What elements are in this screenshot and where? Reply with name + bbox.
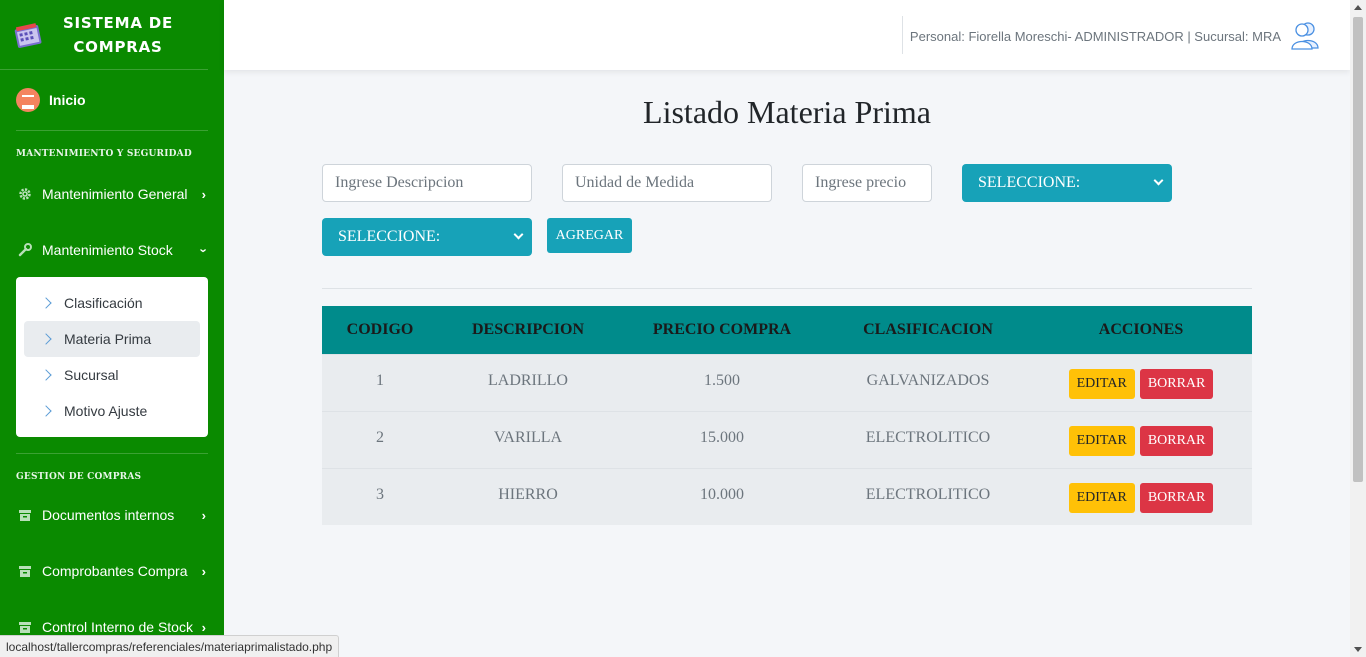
brand[interactable]: SISTEMA DE COMPRAS: [0, 0, 208, 70]
table-row: 2 VARILLA 15.000 ELECTROLITICO EDITAR BO…: [322, 411, 1252, 468]
chevron-right-icon: ›: [201, 186, 206, 202]
select-value: SELECCIONE:: [338, 228, 441, 245]
status-url: localhost/tallercompras/referenciales/ma…: [0, 635, 340, 657]
sidebar-item-label: Inicio: [49, 92, 86, 108]
column-header: CODIGO: [346, 320, 414, 338]
sidebar-section-mantenimiento: MANTENIMIENTO Y SEGURIDAD: [16, 149, 192, 159]
calendar-logo-icon: [14, 22, 42, 48]
archive-icon: [19, 566, 31, 577]
delete-button[interactable]: BORRAR: [1139, 425, 1214, 456]
sidebar-item-documentos-internos[interactable]: Documentos internos ›: [0, 500, 224, 530]
chevron-right-icon: [40, 297, 52, 309]
cell-precio: 15.000: [700, 428, 744, 446]
user-info: Personal: Fiorella Moreschi- ADMINISTRAD…: [909, 29, 1281, 44]
cell-acciones: EDITAR BORRAR: [1030, 411, 1252, 468]
brand-title: SISTEMA DE COMPRAS: [62, 13, 174, 56]
chevron-right-icon: [40, 333, 52, 345]
sidebar-item-label: Control Interno de Stock: [42, 619, 193, 635]
page-title: Listado Materia Prima: [643, 94, 931, 130]
cell-clasificacion: ELECTROLITICO: [865, 428, 991, 446]
sidebar-item-label: Comprobantes Compra: [42, 563, 188, 579]
materia-prima-table: CODIGO DESCRIPCION PRECIO COMPRA CLASIFI…: [322, 306, 1252, 525]
column-header: PRECIO COMPRA: [652, 320, 792, 338]
topbar-divider: [902, 16, 903, 54]
cell-clasificacion: GALVANIZADOS: [866, 371, 990, 389]
cell-precio: 10.000: [700, 485, 744, 503]
cell-codigo: 1: [376, 371, 384, 389]
unidad-medida-input[interactable]: Unidad de Medida: [562, 164, 772, 202]
chevron-down-icon: [1153, 175, 1164, 186]
submenu-item-label: Clasificación: [64, 295, 143, 311]
select-value: SELECCIONE:: [978, 174, 1081, 191]
sidebar-item-label: Mantenimiento General: [42, 186, 188, 202]
sidebar-section-gestion: GESTION DE COMPRAS: [16, 472, 142, 482]
table-row: 3 HIERRO 10.000 ELECTROLITICO EDITAR BOR…: [322, 468, 1252, 525]
descripcion-input[interactable]: Ingrese Descripcion: [322, 164, 532, 202]
chevron-right-icon: ›: [201, 507, 206, 523]
column-header: DESCRIPCION: [471, 320, 584, 338]
delete-button[interactable]: BORRAR: [1139, 368, 1214, 399]
submenu-item-label: Sucursal: [64, 367, 119, 383]
table-row: 1 LADRILLO 1.500 GALVANIZADOS EDITAR BOR…: [322, 354, 1252, 411]
chevron-right-icon: ›: [201, 619, 206, 635]
submenu-item-clasificacion[interactable]: Clasificación: [24, 285, 200, 321]
submenu-mantenimiento-stock: Clasificación Materia Prima Sucursal Mot…: [16, 277, 208, 437]
select-unidad[interactable]: SELECCIONE:: [962, 164, 1172, 202]
submenu-item-motivo-ajuste[interactable]: Motivo Ajuste: [24, 393, 200, 429]
divider: [322, 288, 1252, 289]
chevron-right-icon: ›: [201, 563, 206, 579]
chevron-right-icon: [40, 405, 52, 417]
chevron-down-icon: [513, 229, 524, 240]
home-icon: [16, 88, 40, 112]
column-header: CLASIFICACION: [863, 320, 993, 338]
submenu-item-label: Motivo Ajuste: [64, 403, 148, 419]
cell-codigo: 2: [376, 428, 384, 446]
cell-acciones: EDITAR BORRAR: [1030, 468, 1252, 525]
cell-precio: 1.500: [704, 371, 740, 389]
submenu-item-sucursal[interactable]: Sucursal: [24, 357, 200, 393]
cell-clasificacion: ELECTROLITICO: [865, 485, 991, 503]
scroll-down-arrow-icon[interactable]: [1354, 647, 1362, 652]
user-avatar-icon[interactable]: [1290, 20, 1320, 50]
wrench-icon: [18, 243, 32, 257]
submenu-item-materia-prima[interactable]: Materia Prima: [24, 321, 200, 357]
edit-button[interactable]: EDITAR: [1068, 482, 1135, 513]
vertical-scrollbar[interactable]: [1350, 0, 1366, 657]
archive-icon: [19, 510, 31, 521]
column-header: ACCIONES: [1098, 320, 1184, 338]
edit-button[interactable]: EDITAR: [1068, 368, 1135, 399]
cell-descripcion: LADRILLO: [488, 371, 568, 389]
add-button[interactable]: AGREGAR: [547, 218, 632, 253]
cell-codigo: 3: [376, 485, 384, 503]
cell-acciones: EDITAR BORRAR: [1030, 354, 1252, 411]
sidebar-item-label: Mantenimiento Stock: [42, 242, 173, 258]
sidebar-item-label: Documentos internos: [42, 507, 175, 523]
cell-descripcion: HIERRO: [498, 485, 558, 503]
sidebar-item-inicio[interactable]: Inicio: [0, 70, 224, 130]
edit-button[interactable]: EDITAR: [1068, 425, 1135, 456]
gear-icon: [19, 188, 31, 200]
scroll-up-arrow-icon[interactable]: [1354, 5, 1362, 10]
delete-button[interactable]: BORRAR: [1139, 482, 1214, 513]
table-header-row: CODIGO DESCRIPCION PRECIO COMPRA CLASIFI…: [322, 306, 1252, 354]
submenu-item-label: Materia Prima: [64, 331, 152, 347]
cell-descripcion: VARILLA: [493, 428, 563, 446]
sidebar-item-comprobantes-compra[interactable]: Comprobantes Compra ›: [0, 556, 224, 586]
precio-input[interactable]: Ingrese precio: [802, 164, 932, 202]
chevron-down-icon: ›: [196, 247, 212, 253]
sidebar: SISTEMA DE COMPRAS Inicio MANTENIMIENTO …: [0, 0, 224, 657]
select-clasificacion[interactable]: SELECCIONE:: [322, 218, 532, 256]
sidebar-item-mantenimiento-stock[interactable]: Mantenimiento Stock ›: [0, 233, 224, 267]
scroll-thumb[interactable]: [1353, 17, 1363, 482]
sidebar-item-mantenimiento-general[interactable]: Mantenimiento General ›: [0, 177, 224, 211]
topbar: Personal: Fiorella Moreschi- ADMINISTRAD…: [224, 0, 1350, 70]
archive-icon: [19, 622, 31, 633]
chevron-right-icon: [40, 369, 52, 381]
